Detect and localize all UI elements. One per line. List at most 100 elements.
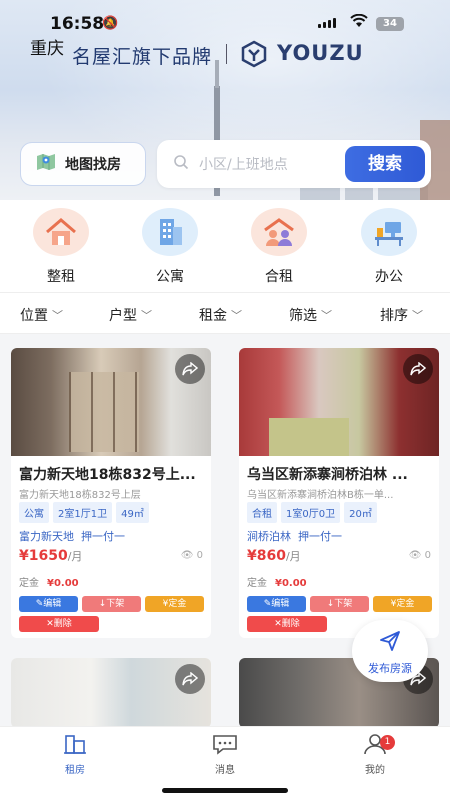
brand-tagline: 名屋汇旗下品牌: [72, 46, 213, 68]
deposit-value: ¥0.00: [47, 578, 79, 589]
price-unit: /月: [285, 550, 301, 563]
edit-button[interactable]: ✎编辑: [19, 596, 78, 612]
unlist-button[interactable]: ↓下架: [82, 596, 141, 612]
house-icon: [33, 208, 89, 256]
price-unit: /月: [67, 550, 83, 563]
view-count-value: 0: [424, 550, 431, 561]
tab-messages[interactable]: 消息: [190, 733, 260, 776]
listing-title: 富力新天地18栋832号上...: [19, 467, 196, 483]
search-bar[interactable]: 小区/上班地点 搜索: [157, 140, 431, 188]
edit-button[interactable]: ✎编辑: [247, 596, 306, 612]
search-input[interactable]: 小区/上班地点: [199, 154, 345, 174]
deposit-label: 定金: [19, 578, 39, 589]
status-time: 16:58: [50, 14, 105, 34]
category-bar: 整租 公寓 合租 办公: [0, 200, 450, 292]
community-name: 富力新天地: [19, 530, 74, 543]
tag: 合租: [247, 502, 277, 523]
listing-meta: 富力新天地 押一付一: [19, 528, 125, 544]
deposit-info: 定金 ¥0.00: [19, 574, 79, 589]
listing-address: 乌当区新添寨涧桥泊林B栋一单...: [247, 490, 394, 501]
card-actions: ✎编辑 ↓下架 ¥定金 ✕删除: [19, 596, 205, 632]
delete-button[interactable]: ✕删除: [247, 616, 327, 632]
listing-photo[interactable]: [11, 348, 211, 456]
listing-card[interactable]: [11, 658, 211, 728]
battery-indicator: 34: [376, 17, 404, 31]
filter-sort[interactable]: 排序 ﹀: [380, 305, 423, 325]
price-value: ¥1650: [19, 548, 68, 564]
tag: 1室0厅0卫: [281, 502, 341, 523]
category-shared-rent[interactable]: 合租: [239, 208, 319, 286]
filter-location[interactable]: 位置 ﹀: [20, 305, 63, 325]
filter-label: 户型: [109, 308, 137, 324]
listing-photo[interactable]: [239, 348, 439, 456]
map-icon: [35, 151, 57, 177]
city-selector[interactable]: 重庆: [30, 34, 64, 59]
listing-meta: 涧桥泊林 押一付一: [247, 528, 342, 544]
unlist-button[interactable]: ↓下架: [310, 596, 369, 612]
category-label: 整租: [47, 269, 75, 285]
office-desk-icon: [361, 208, 417, 256]
listing-photo[interactable]: [11, 658, 211, 728]
brand-divider: [226, 44, 227, 64]
deposit-button[interactable]: ¥定金: [373, 596, 432, 612]
listing-price: ¥1650/月: [19, 548, 82, 564]
chevron-down-icon: ﹀: [141, 309, 152, 322]
notification-badge: 1: [380, 735, 395, 750]
room-screen-image: [69, 372, 139, 452]
payment-terms: 押一付一: [298, 530, 342, 543]
tag: 2室1厅1卫: [53, 502, 113, 523]
filter-rent[interactable]: 租金 ﹀: [199, 305, 242, 325]
map-search-button[interactable]: 地图找房: [20, 142, 146, 186]
listing-price: ¥860/月: [247, 548, 301, 564]
share-icon[interactable]: [175, 354, 205, 384]
category-apartment[interactable]: 公寓: [130, 208, 210, 286]
listing-tags: 合租 1室0厅0卫 20㎡: [247, 502, 377, 523]
publish-listing-label: 发布房源: [368, 662, 412, 675]
tab-label: 我的: [365, 765, 385, 776]
category-whole-rent[interactable]: 整租: [21, 208, 101, 286]
tab-label: 消息: [215, 765, 235, 776]
tag: 20㎡: [344, 502, 377, 523]
apartment-building-icon: [142, 208, 198, 256]
listing-card[interactable]: 乌当区新添寨涧桥泊林 ... 乌当区新添寨涧桥泊林B栋一单... 合租 1室0厅…: [239, 348, 439, 638]
rent-building-icon: [40, 733, 110, 759]
chevron-down-icon: ﹀: [52, 309, 63, 322]
user-icon: [340, 733, 410, 759]
category-label: 办公: [375, 269, 403, 285]
deposit-button[interactable]: ¥定金: [145, 596, 204, 612]
filter-label: 租金: [199, 308, 227, 324]
filter-layout[interactable]: 户型 ﹀: [109, 305, 152, 325]
filter-label: 位置: [20, 308, 48, 324]
delete-button[interactable]: ✕删除: [19, 616, 99, 632]
room-bed-image: [269, 418, 349, 456]
deposit-value: ¥0.00: [275, 578, 307, 589]
tag: 公寓: [19, 502, 49, 523]
tab-rent[interactable]: 租房: [40, 733, 110, 776]
search-button[interactable]: 搜索: [345, 146, 425, 182]
publish-listing-button[interactable]: 发布房源: [352, 620, 428, 682]
home-indicator: [162, 788, 288, 793]
share-icon[interactable]: [175, 664, 205, 694]
filter-label: 筛选: [289, 308, 317, 324]
youzu-logo-icon: [240, 40, 268, 68]
cellular-signal-icon: [318, 18, 336, 28]
chevron-down-icon: ﹀: [412, 309, 423, 322]
tab-label: 租房: [65, 765, 85, 776]
filter-more[interactable]: 筛选 ﹀: [289, 305, 332, 325]
brand-name: YOUZU: [277, 41, 364, 65]
filter-bar: 位置 ﹀ 户型 ﹀ 租金 ﹀ 筛选 ﹀ 排序 ﹀: [0, 292, 450, 334]
share-icon[interactable]: [403, 354, 433, 384]
eye-icon: 👁: [180, 550, 194, 561]
listing-tags: 公寓 2室1厅1卫 49㎡: [19, 502, 149, 523]
brand-row: 重庆 名屋汇旗下品牌 YOUZU: [0, 34, 450, 68]
listing-card[interactable]: 富力新天地18栋832号上... 富力新天地18栋832号上层 公寓 2室1厅1…: [11, 348, 211, 638]
deposit-label: 定金: [247, 578, 267, 589]
listing-address: 富力新天地18栋832号上层: [19, 490, 141, 501]
tag: 49㎡: [116, 502, 149, 523]
bell-muted-icon: 🔕: [102, 16, 119, 31]
filter-label: 排序: [380, 308, 408, 324]
tab-profile[interactable]: 1 我的: [340, 733, 410, 776]
chat-icon: [190, 733, 260, 759]
chevron-down-icon: ﹀: [321, 309, 332, 322]
category-office[interactable]: 办公: [349, 208, 429, 286]
